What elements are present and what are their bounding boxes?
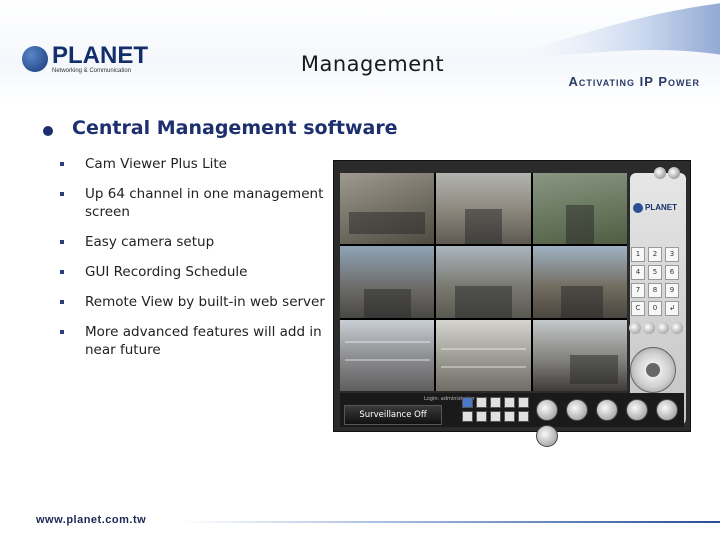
camera-view[interactable] (436, 173, 531, 245)
toolbar (536, 399, 684, 451)
keypad-key[interactable]: 7 (631, 283, 645, 298)
zoom-out-icon[interactable] (643, 322, 655, 334)
camera-view[interactable] (532, 173, 627, 245)
list-item: More advanced features will add in near … (60, 323, 350, 359)
alarm-icon[interactable] (596, 399, 619, 421)
keypad-key[interactable]: 4 (631, 265, 645, 280)
focus-far-icon[interactable] (671, 322, 683, 334)
layout-16-icon[interactable] (518, 397, 529, 408)
heading-bullet-icon (43, 126, 53, 136)
keypad-key[interactable]: ↲ (665, 301, 679, 316)
footer-line (180, 521, 720, 523)
layout-selector (462, 397, 532, 422)
camera-view[interactable] (340, 246, 435, 318)
surveillance-status[interactable]: Surveillance Off (344, 405, 442, 425)
keypad-key[interactable]: 3 (665, 247, 679, 262)
keypad-key[interactable]: 1 (631, 247, 645, 262)
keypad-key[interactable]: 2 (648, 247, 662, 262)
keypad-key[interactable]: 0 (648, 301, 662, 316)
keypad-key[interactable]: 9 (665, 283, 679, 298)
layout-page-prev-icon[interactable] (490, 411, 501, 422)
layout-full-icon[interactable] (476, 411, 487, 422)
layout-4-icon[interactable] (476, 397, 487, 408)
footer-url[interactable]: www.planet.com.tw (36, 514, 146, 526)
bullet-icon (60, 240, 64, 244)
ptz-direction-pad[interactable] (630, 347, 676, 393)
layout-page-next-icon[interactable] (504, 411, 515, 422)
camera-view[interactable] (340, 319, 435, 391)
camera-view[interactable] (436, 319, 531, 391)
status-bar: Login: administrator Surveillance Off (340, 393, 684, 447)
channel-keypad: 1 2 3 4 5 6 7 8 9 C 0 ↲ (627, 247, 683, 316)
zoom-controls (628, 319, 684, 338)
feature-list: Cam Viewer Plus Lite Up 64 channel in on… (60, 155, 350, 371)
bullet-icon (60, 300, 64, 304)
layout-page-last-icon[interactable] (518, 411, 529, 422)
bullet-icon (60, 330, 64, 334)
list-item: Remote View by built-in web server (60, 293, 350, 311)
list-item: Up 64 channel in one management screen (60, 185, 350, 221)
camera-view[interactable] (532, 319, 627, 391)
focus-near-icon[interactable] (657, 322, 669, 334)
layout-1-icon[interactable] (462, 397, 473, 408)
exit-icon[interactable] (536, 425, 558, 447)
keypad-key[interactable]: C (631, 301, 645, 316)
keypad-key[interactable]: 8 (648, 283, 662, 298)
page-title: Management (300, 52, 445, 76)
power-icon[interactable] (668, 167, 680, 179)
list-item: Cam Viewer Plus Lite (60, 155, 350, 173)
bullet-icon (60, 162, 64, 166)
tools-icon[interactable] (656, 399, 679, 421)
minimize-icon[interactable] (654, 167, 666, 179)
camera-view[interactable] (436, 246, 531, 318)
globe-icon (633, 203, 643, 213)
playback-icon[interactable] (566, 399, 589, 421)
zoom-in-icon[interactable] (629, 322, 641, 334)
record-icon[interactable] (536, 399, 558, 421)
bullet-icon (60, 192, 64, 196)
camera-view[interactable] (340, 173, 435, 245)
layout-cycle-icon[interactable] (462, 411, 473, 422)
window-controls (654, 164, 684, 179)
camera-view[interactable] (532, 246, 627, 318)
bullet-icon (60, 270, 64, 274)
panel-logo: PLANET (633, 203, 683, 221)
camera-grid (340, 173, 627, 391)
config-icon[interactable] (626, 399, 649, 421)
brand-tagline: Activating IP Power (568, 74, 700, 89)
section-heading: Central Management software (72, 117, 398, 139)
list-item: Easy camera setup (60, 233, 350, 251)
cam-viewer-screenshot: PLANET 1 2 3 4 5 6 7 8 9 C 0 ↲ Login: ad… (333, 160, 691, 447)
layout-6-icon[interactable] (490, 397, 501, 408)
layout-9-icon[interactable] (504, 397, 515, 408)
list-item: GUI Recording Schedule (60, 263, 350, 281)
keypad-key[interactable]: 5 (648, 265, 662, 280)
keypad-key[interactable]: 6 (665, 265, 679, 280)
